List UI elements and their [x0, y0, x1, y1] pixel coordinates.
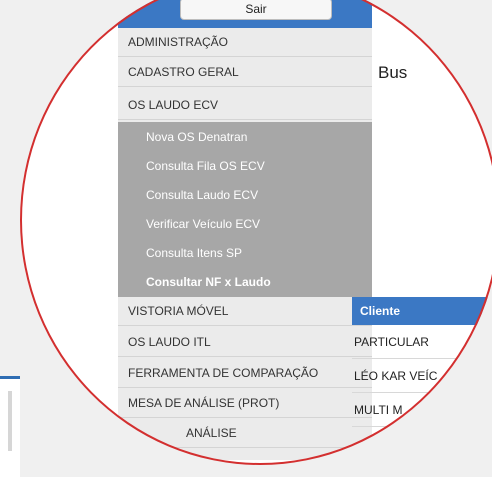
submenu-item-consultar-nf-x-laudo[interactable]: Consultar NF x Laudo	[118, 270, 400, 295]
sidebar-item-cadastro-geral[interactable]: CADASTRO GERAL	[118, 58, 372, 87]
background-panel	[0, 376, 20, 477]
sidebar-item-analise[interactable]: ANÁLISE	[118, 419, 372, 448]
table-header-cliente: Cliente	[352, 297, 492, 325]
sidebar: Sair ADMINISTRAÇÃO CADASTRO GERAL OS LAU…	[118, 0, 372, 460]
table-row[interactable]: MULTI M	[352, 393, 492, 427]
submenu-item-consulta-laudo-ecv[interactable]: Consulta Laudo ECV	[118, 183, 400, 208]
submenu-item-verificar-veiculo-ecv[interactable]: Verificar Veículo ECV	[118, 212, 400, 237]
sidebar-item-vistoria-movel[interactable]: VISTORIA MÓVEL	[118, 297, 372, 326]
sidebar-item-mesa-analise-prot[interactable]: MESA DE ANÁLISE (PROT)	[118, 389, 372, 418]
table-row[interactable]: LÉO KAR VEÍC	[352, 359, 492, 393]
submenu-item-consulta-itens-sp[interactable]: Consulta Itens SP	[118, 241, 400, 266]
table-row[interactable]: PARTICULAR	[352, 325, 492, 359]
submenu-item-nova-os-denatran[interactable]: Nova OS Denatran	[118, 125, 400, 150]
background-scrollbar	[8, 391, 12, 451]
sidebar-item-os-laudo-itl[interactable]: OS LAUDO ITL	[118, 328, 372, 357]
sidebar-item-os-laudo-ecv[interactable]: OS LAUDO ECV	[118, 91, 372, 120]
sidebar-item-ferramenta-comparacao[interactable]: FERRAMENTA DE COMPARAÇÃO	[118, 359, 372, 388]
submenu-item-consulta-fila-os-ecv[interactable]: Consulta Fila OS ECV	[118, 154, 400, 179]
submenu-os-laudo-ecv: Nova OS Denatran Consulta Fila OS ECV Co…	[118, 122, 372, 297]
search-label: Bus	[378, 63, 408, 82]
exit-button[interactable]: Sair	[180, 0, 332, 20]
magnifier-circle: Sair ADMINISTRAÇÃO CADASTRO GERAL OS LAU…	[20, 0, 492, 465]
sidebar-item-administracao[interactable]: ADMINISTRAÇÃO	[118, 28, 372, 57]
